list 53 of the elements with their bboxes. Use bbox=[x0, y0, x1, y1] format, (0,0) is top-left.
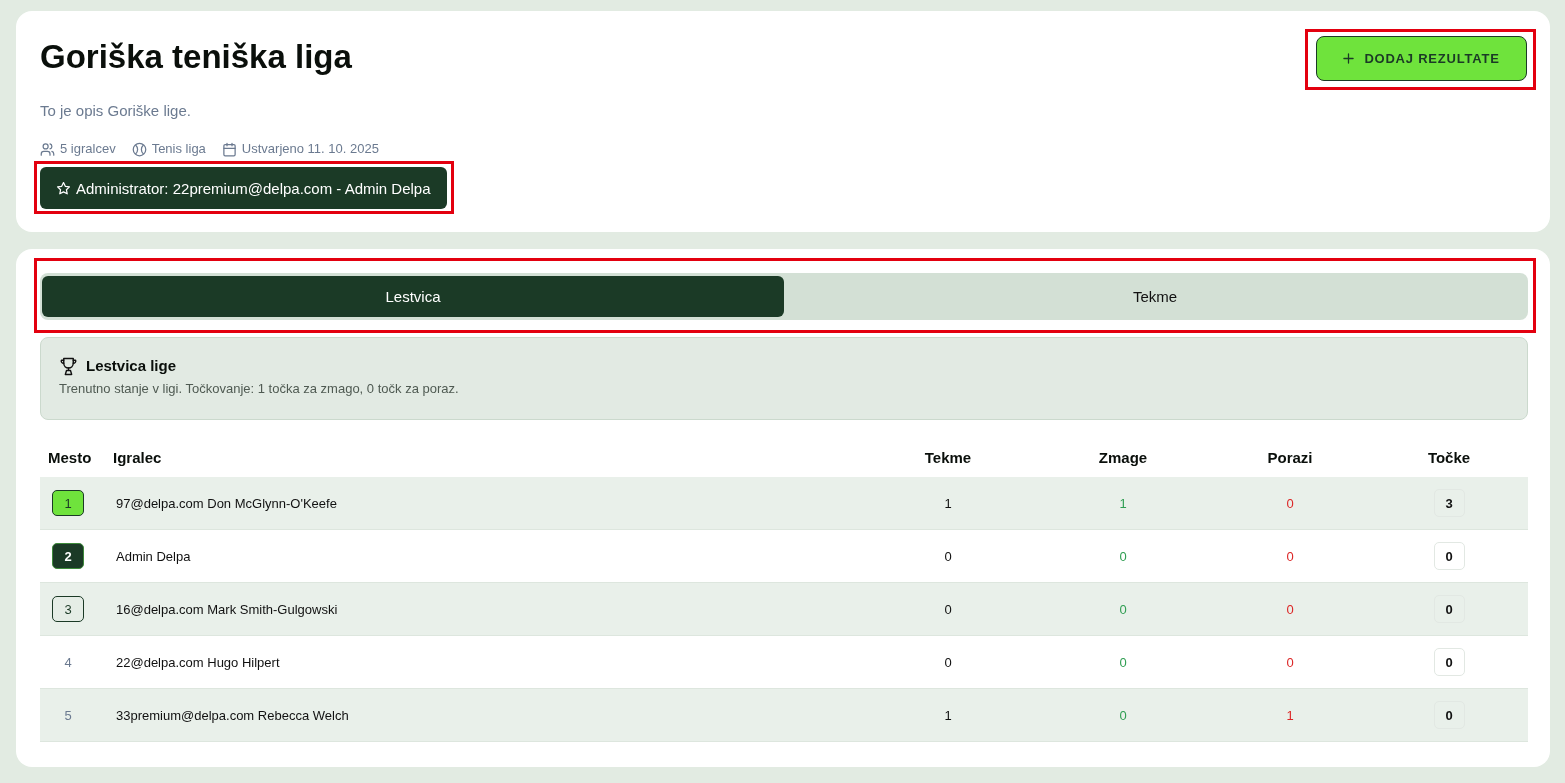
rank-badge: 1 bbox=[52, 490, 84, 516]
player-name: 22@delpa.com Hugo Hilpert bbox=[115, 654, 280, 670]
column-header: Točke bbox=[1427, 448, 1471, 466]
league-description: To je opis Goriške lige. bbox=[40, 101, 191, 121]
meta-label: Tenis liga bbox=[151, 140, 206, 158]
rank-number: 4 bbox=[63, 653, 73, 672]
column-header: Zmage bbox=[1098, 448, 1148, 466]
users-icon bbox=[40, 141, 55, 157]
plus-icon bbox=[1343, 53, 1355, 64]
column-header: Porazi bbox=[1267, 448, 1313, 466]
rank-number: 5 bbox=[63, 706, 73, 725]
points-badge: 0 bbox=[1433, 701, 1465, 729]
ball-icon bbox=[131, 141, 147, 157]
points-badge: 3 bbox=[1433, 489, 1465, 517]
player-name: Admin Delpa bbox=[115, 548, 191, 564]
column-header: Igralec bbox=[113, 448, 162, 466]
player-name: 16@delpa.com Mark Smith-Gulgowski bbox=[115, 601, 338, 617]
calendar-icon bbox=[221, 141, 237, 157]
tab[interactable]: Tekme bbox=[784, 276, 1526, 317]
wins-count: 0 bbox=[1119, 548, 1127, 564]
wins-count: 0 bbox=[1119, 707, 1127, 723]
star-icon bbox=[56, 180, 71, 196]
losses-count: 0 bbox=[1286, 654, 1294, 670]
meta-label: Ustvarjeno 11. 10. 2025 bbox=[241, 140, 379, 158]
rank-badge: 2 bbox=[52, 543, 84, 569]
points-badge: 0 bbox=[1433, 595, 1465, 623]
wins-count: 0 bbox=[1119, 654, 1127, 670]
tab[interactable]: Lestvica bbox=[42, 276, 784, 317]
panel-subtitle: Trenutno stanje v ligi. Točkovanje: 1 točka za zmago, 0 točk za poraz. bbox=[59, 380, 460, 398]
column-header: Tekme bbox=[924, 448, 972, 466]
matches-count: 0 bbox=[944, 654, 952, 670]
trophy-icon bbox=[59, 356, 78, 376]
wins-count: 0 bbox=[1119, 601, 1127, 617]
league-title: Goriška teniška liga bbox=[40, 37, 352, 77]
player-name: 33premium@delpa.com Rebecca Welch bbox=[115, 707, 349, 723]
matches-count: 0 bbox=[944, 548, 952, 564]
rank-badge: 3 bbox=[52, 596, 84, 622]
matches-count: 1 bbox=[944, 495, 952, 511]
losses-count: 0 bbox=[1286, 495, 1294, 511]
panel-title: Lestvica lige bbox=[86, 356, 177, 376]
wins-count: 1 bbox=[1119, 495, 1127, 511]
meta-label: 5 igralcev bbox=[60, 140, 116, 158]
admin-label: Administrator: 22premium@delpa.com - Admin Delpa bbox=[76, 179, 431, 197]
matches-count: 0 bbox=[944, 601, 952, 617]
losses-count: 0 bbox=[1286, 548, 1294, 564]
matches-count: 1 bbox=[944, 707, 952, 723]
player-name: 97@delpa.com Don McGlynn-O'Keefe bbox=[115, 495, 337, 511]
add-results-button[interactable]: DODAJ REZULTATE bbox=[1316, 36, 1527, 81]
losses-count: 0 bbox=[1286, 601, 1294, 617]
points-badge: 0 bbox=[1433, 542, 1465, 570]
losses-count: 1 bbox=[1286, 707, 1294, 723]
points-badge: 0 bbox=[1433, 648, 1465, 676]
column-header: Mesto bbox=[48, 448, 92, 466]
